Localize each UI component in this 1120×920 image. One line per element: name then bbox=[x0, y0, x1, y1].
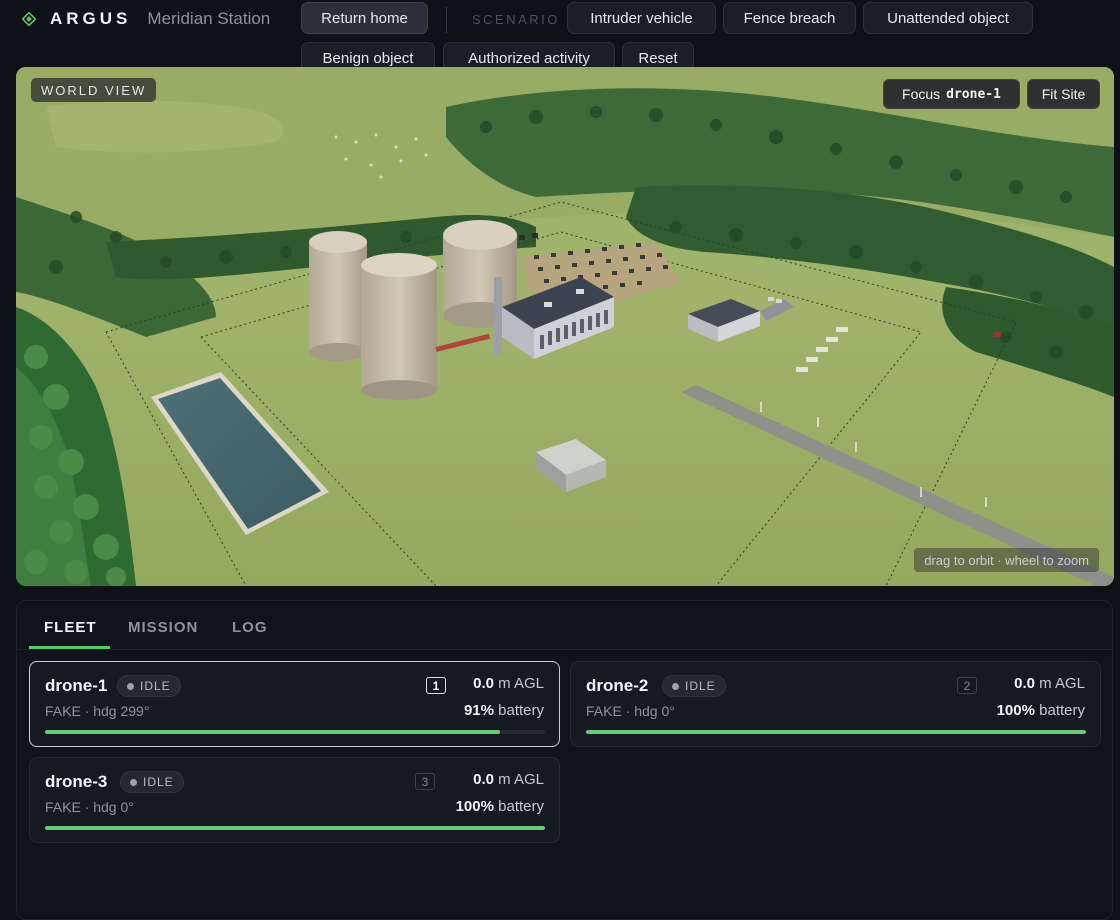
world-view-label: WORLD VIEW bbox=[31, 78, 157, 102]
fit-site-button[interactable]: Fit Site bbox=[1027, 79, 1100, 109]
drone-index-badge: 3 bbox=[415, 773, 435, 790]
battery-value: 100% bbox=[455, 798, 494, 815]
status-badge: IDLE bbox=[662, 675, 726, 697]
world-scene[interactable] bbox=[16, 67, 1114, 586]
status-dot-icon bbox=[127, 682, 134, 690]
bottom-panel: FLEET MISSION LOG drone-1 IDLE 1 0.0 m A… bbox=[16, 600, 1113, 920]
altitude-value: 0.0 bbox=[473, 771, 494, 788]
altitude-value: 0.0 bbox=[473, 675, 494, 692]
battery-bar-fill bbox=[586, 730, 1086, 734]
scenario-intruder-vehicle-button[interactable]: Intruder vehicle bbox=[567, 2, 716, 34]
divider bbox=[446, 7, 447, 33]
altitude-unit: m AGL bbox=[1039, 675, 1085, 692]
scenario-unattended-object-button[interactable]: Unattended object bbox=[863, 2, 1033, 34]
drone-name: drone-2 bbox=[586, 676, 649, 695]
argus-logo-icon bbox=[22, 12, 36, 26]
drone-card[interactable]: drone-2 IDLE 2 0.0 m AGL FAKE · hdg 0° 1… bbox=[570, 661, 1101, 747]
brand-name: ARGUS bbox=[50, 9, 132, 28]
drone-card[interactable]: drone-1 IDLE 1 0.0 m AGL FAKE · hdg 299°… bbox=[29, 661, 560, 747]
tab-log[interactable]: LOG bbox=[232, 619, 268, 636]
tab-fleet[interactable]: FLEET bbox=[44, 619, 97, 636]
status-dot-icon bbox=[672, 682, 679, 690]
scenario-fence-breach-button[interactable]: Fence breach bbox=[723, 2, 856, 34]
status-text: IDLE bbox=[143, 775, 174, 789]
altitude-readout: 0.0 m AGL bbox=[1014, 675, 1085, 692]
status-text: IDLE bbox=[140, 679, 171, 693]
drone-index-badge: 1 bbox=[426, 677, 446, 694]
focus-drone-button[interactable]: Focus drone-1 bbox=[883, 79, 1020, 109]
panel-tabs: FLEET MISSION LOG bbox=[17, 601, 1112, 650]
status-badge: IDLE bbox=[117, 675, 181, 697]
altitude-unit: m AGL bbox=[498, 771, 544, 788]
active-tab-indicator bbox=[29, 646, 110, 649]
battery-value: 91% bbox=[463, 702, 494, 719]
battery-bar-fill bbox=[45, 826, 545, 830]
drone-mode-heading: FAKE · hdg 0° bbox=[45, 799, 134, 815]
drone-mode-heading: FAKE · hdg 0° bbox=[586, 703, 675, 719]
altitude-value: 0.0 bbox=[1014, 675, 1035, 692]
battery-readout: 91% battery bbox=[464, 702, 544, 719]
focus-label: Focus bbox=[902, 86, 941, 102]
battery-readout: 100% battery bbox=[456, 798, 544, 815]
status-text: IDLE bbox=[685, 679, 716, 693]
battery-label: battery bbox=[1039, 702, 1085, 719]
status-badge: IDLE bbox=[120, 771, 184, 793]
battery-bar bbox=[45, 826, 545, 830]
battery-label: battery bbox=[498, 798, 544, 815]
altitude-unit: m AGL bbox=[498, 675, 544, 692]
drone-index-badge: 2 bbox=[957, 677, 977, 694]
battery-label: battery bbox=[498, 702, 544, 719]
altitude-readout: 0.0 m AGL bbox=[473, 771, 544, 788]
battery-bar-fill bbox=[45, 730, 500, 734]
drone-mode-heading: FAKE · hdg 299° bbox=[45, 703, 150, 719]
drone-name: drone-3 bbox=[45, 772, 108, 791]
top-bar: ARGUS Meridian Station Return home SCENA… bbox=[0, 0, 1120, 74]
battery-value: 100% bbox=[996, 702, 1035, 719]
orbit-zoom-hint: drag to orbit · wheel to zoom bbox=[914, 548, 1099, 572]
status-dot-icon bbox=[130, 778, 137, 786]
drone-card[interactable]: drone-3 IDLE 3 0.0 m AGL FAKE · hdg 0° 1… bbox=[29, 757, 560, 843]
altitude-readout: 0.0 m AGL bbox=[473, 675, 544, 692]
brand: ARGUS Meridian Station bbox=[22, 8, 270, 30]
return-home-button[interactable]: Return home bbox=[301, 2, 428, 34]
scenario-label: SCENARIO bbox=[472, 12, 560, 27]
battery-bar bbox=[586, 730, 1086, 734]
battery-bar bbox=[45, 730, 545, 734]
drone-name: drone-1 bbox=[45, 676, 108, 695]
focus-target: drone-1 bbox=[946, 86, 1001, 102]
station-name: Meridian Station bbox=[147, 9, 271, 28]
tab-mission[interactable]: MISSION bbox=[128, 619, 198, 636]
world-view[interactable]: WORLD VIEW Focus drone-1 Fit Site drag t… bbox=[16, 67, 1114, 586]
battery-readout: 100% battery bbox=[997, 702, 1085, 719]
